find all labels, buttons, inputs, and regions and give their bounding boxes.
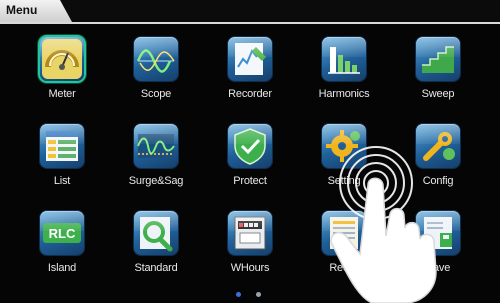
island-icon-text: RLC: [49, 226, 76, 241]
page-dot[interactable]: [256, 292, 261, 297]
tile-label: Sweep: [421, 88, 455, 100]
tile-setting[interactable]: Setting: [299, 120, 389, 200]
tile-label: Recorder: [228, 88, 272, 100]
tile-label: Config: [422, 175, 454, 187]
tile-label: Save: [425, 262, 451, 274]
tile-save[interactable]: Save: [393, 207, 483, 287]
list-table-icon: [40, 124, 84, 168]
whours-meter-icon: [228, 211, 272, 255]
tile-harmonics[interactable]: Harmonics: [299, 33, 389, 113]
tile-whours[interactable]: WHours: [205, 207, 295, 287]
config-wrench-icon: [416, 124, 460, 168]
standard-magnifier-icon: [134, 211, 178, 255]
top-bar: Menu: [0, 0, 500, 24]
tile-recall[interactable]: Recall: [299, 207, 389, 287]
surge-sag-icon: [134, 124, 178, 168]
tile-surge-sag[interactable]: Surge&Sag: [111, 120, 201, 200]
tile-label: Surge&Sag: [128, 175, 184, 187]
tile-label: Standard: [134, 262, 178, 274]
page-indicator: [232, 292, 272, 300]
tile-scope[interactable]: Scope: [111, 33, 201, 113]
tile-standard[interactable]: Standard: [111, 207, 201, 287]
island-text-icon: RLC: [40, 211, 84, 255]
menu-screen: Menu Meter Scope Recorder Harmonics Swee…: [0, 0, 500, 303]
tile-label: Meter: [48, 88, 76, 100]
protect-shield-icon: [228, 124, 272, 168]
harmonics-bars-icon: [322, 37, 366, 81]
tile-meter[interactable]: Meter: [17, 33, 107, 113]
menu-tab[interactable]: Menu: [0, 0, 72, 22]
recorder-chart-icon: [228, 37, 272, 81]
page-dot-active[interactable]: [236, 292, 241, 297]
tile-label: List: [53, 175, 71, 187]
tile-list[interactable]: List: [17, 120, 107, 200]
scope-waveform-icon: [134, 37, 178, 81]
sweep-steps-icon: [416, 37, 460, 81]
tile-label: Protect: [233, 175, 267, 187]
tile-label: Scope: [140, 88, 172, 100]
tile-label: Island: [47, 262, 77, 274]
tile-label: WHours: [230, 262, 270, 274]
tile-label: Recall: [329, 262, 359, 274]
setting-gear-icon: [322, 124, 366, 168]
menu-tab-label: Menu: [6, 3, 38, 17]
tile-protect[interactable]: Protect: [205, 120, 295, 200]
save-document-icon: [416, 211, 460, 255]
tile-label: Harmonics: [318, 88, 370, 100]
tile-recorder[interactable]: Recorder: [205, 33, 295, 113]
recall-document-icon: [322, 211, 366, 255]
meter-gauge-icon: [40, 37, 84, 81]
tile-sweep[interactable]: Sweep: [393, 33, 483, 113]
tile-island[interactable]: RLC Island: [17, 207, 107, 287]
tile-label: Setting: [327, 175, 361, 187]
tile-config[interactable]: Config: [393, 120, 483, 200]
